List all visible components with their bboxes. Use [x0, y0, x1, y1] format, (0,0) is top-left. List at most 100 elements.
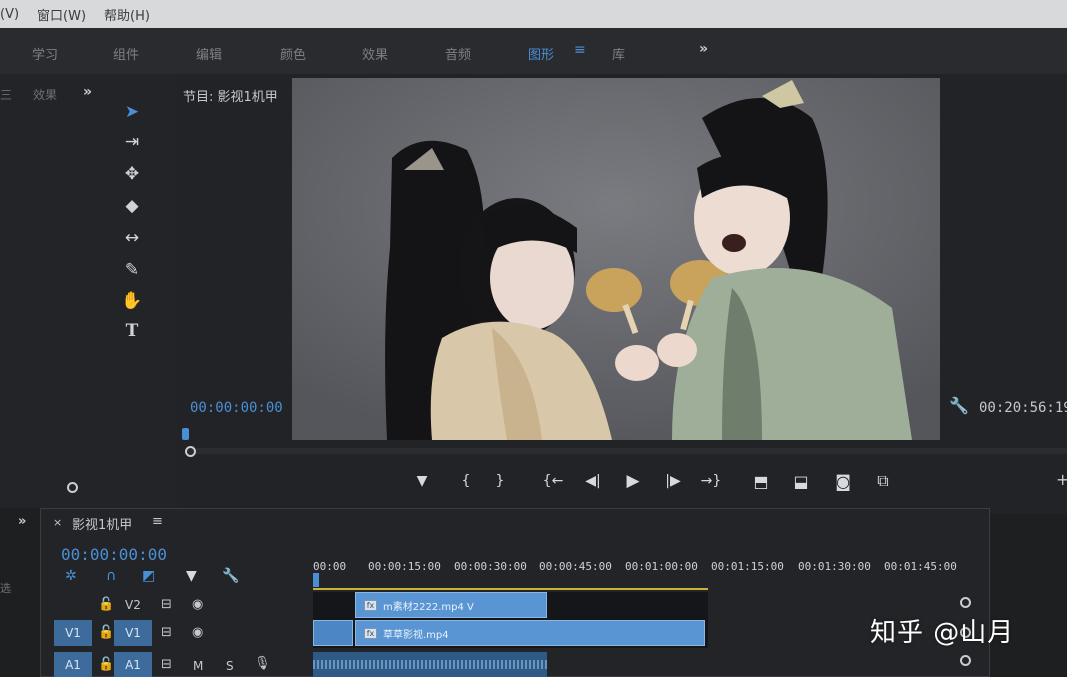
slip-tool-icon[interactable]: ↔ — [118, 226, 146, 250]
step-forward-icon[interactable]: |▶ — [660, 468, 686, 494]
play-icon[interactable]: ▶ — [622, 468, 644, 494]
timeline-timecode[interactable]: 00:00:00:00 — [61, 545, 167, 564]
nest-toggle-icon[interactable]: ✲ — [65, 568, 77, 584]
timeline-settings-icon[interactable]: 🔧 — [222, 568, 239, 584]
source-patch-a1[interactable]: A1 — [54, 652, 92, 677]
ruler-label: 00:01:15:00 — [711, 560, 784, 573]
workspace-bar: 学习 组件 编辑 颜色 效果 音频 图形 ≡ 库 » — [0, 28, 1067, 74]
menu-item-help[interactable]: 帮助(H) — [104, 5, 150, 24]
ruler-label: 00:01:30:00 — [798, 560, 871, 573]
selection-tool-icon[interactable]: ➤ — [118, 100, 146, 124]
timeline-close-icon[interactable]: × — [53, 516, 62, 529]
track-target-a1[interactable]: A1 — [114, 652, 152, 677]
audio-waveform — [313, 660, 547, 669]
mark-in-icon[interactable]: { — [456, 468, 476, 494]
tab-color[interactable]: 颜色 — [280, 44, 306, 63]
ripple-edit-tool-icon[interactable]: ✥ — [118, 162, 146, 186]
timeline-sequence-title[interactable]: 影视1机甲 — [72, 514, 132, 533]
tab-effects[interactable]: 效果 — [362, 44, 388, 63]
timeline-side-label: 选 — [0, 582, 11, 595]
menu-item-view[interactable]: (V) — [0, 7, 19, 22]
panel-tab-effects[interactable]: 效果 — [33, 86, 57, 103]
add-button-icon[interactable]: + — [1056, 470, 1067, 489]
lift-icon[interactable]: ⬒ — [748, 468, 774, 494]
add-marker-icon[interactable]: ▼ — [412, 468, 432, 494]
track-height-handle[interactable] — [960, 655, 971, 666]
ruler-label: 00:01:00:00 — [625, 560, 698, 573]
clip-a1[interactable] — [313, 652, 547, 677]
video-frame-image — [292, 78, 940, 440]
tab-editing[interactable]: 编辑 — [196, 44, 222, 63]
program-monitor-title: 节目: 影视1机甲 — [183, 90, 278, 105]
clip-v1[interactable]: fx 草草影视.mp4 — [355, 620, 705, 646]
work-area-bar[interactable] — [313, 588, 708, 590]
program-scrub-bar[interactable] — [188, 448, 1067, 454]
left-panel — [0, 74, 178, 514]
panel-more-icon[interactable]: » — [83, 84, 92, 100]
mute-button[interactable]: M — [193, 659, 203, 673]
clip-name: 草草影视.mp4 — [383, 629, 449, 641]
settings-wrench-icon[interactable]: 🔧 — [949, 396, 969, 415]
track-height-handle[interactable] — [960, 597, 971, 608]
timeline-marker-icon[interactable]: ▼ — [186, 568, 197, 584]
panel-edge-mark: 三 — [0, 88, 13, 102]
type-tool-icon[interactable]: T — [118, 319, 146, 343]
fx-badge-icon: fx — [364, 599, 377, 611]
ruler-label: 00:00 — [313, 560, 347, 573]
fx-badge-icon: fx — [364, 627, 377, 639]
program-current-timecode[interactable]: 00:00:00:00 — [190, 400, 283, 416]
workspace-menu-icon[interactable]: ≡ — [574, 42, 586, 58]
timeline-menu-icon[interactable]: ≡ — [152, 514, 163, 529]
program-playhead[interactable] — [182, 428, 189, 440]
track-lock-icon[interactable]: 🔓 — [98, 657, 114, 672]
menu-item-window[interactable]: 窗口(W) — [37, 5, 86, 24]
ruler-label: 00:00:15:00 — [368, 560, 441, 573]
program-duration-timecode: 00:20:56:19 — [979, 400, 1067, 416]
tab-libraries[interactable]: 库 — [612, 44, 625, 63]
track-target-v1[interactable]: V1 — [114, 620, 152, 646]
mark-out-icon[interactable]: } — [490, 468, 510, 494]
export-frame-icon[interactable]: ◙ — [830, 468, 856, 494]
tab-learn[interactable]: 学习 — [32, 44, 58, 63]
sync-lock-icon[interactable]: ⊟ — [161, 657, 172, 672]
sync-lock-icon[interactable]: ⊟ — [161, 597, 172, 612]
clip-name: m素材2222.mp4 V — [383, 601, 474, 613]
tab-graphics[interactable]: 图形 — [528, 44, 554, 63]
source-patch-v1[interactable]: V1 — [54, 620, 92, 646]
toggle-output-eye-icon[interactable]: ◉ — [192, 625, 203, 640]
razor-tool-icon[interactable]: ◆ — [118, 194, 146, 218]
voiceover-mic-icon[interactable]: 🎙 — [254, 656, 271, 671]
sync-lock-icon[interactable]: ⊟ — [161, 625, 172, 640]
step-back-icon[interactable]: ◀| — [580, 468, 606, 494]
go-to-out-icon[interactable]: →} — [698, 468, 724, 494]
left-panel-zoom-handle[interactable] — [67, 482, 78, 493]
tab-assembly[interactable]: 组件 — [113, 44, 139, 63]
ruler-label: 00:01:45:00 — [884, 560, 957, 573]
zoom-handle[interactable] — [185, 446, 196, 457]
toggle-output-eye-icon[interactable]: ◉ — [192, 597, 203, 612]
track-lock-icon[interactable]: 🔓 — [98, 597, 114, 612]
watermark-text: 知乎 @山月 — [870, 618, 1015, 648]
go-to-in-icon[interactable]: {← — [540, 468, 566, 494]
timeline-playhead[interactable] — [313, 573, 319, 587]
tab-audio[interactable]: 音频 — [445, 44, 471, 63]
ruler-label: 00:00:30:00 — [454, 560, 527, 573]
snap-icon[interactable]: ∩ — [106, 568, 116, 584]
clip-v2[interactable]: fx m素材2222.mp4 V — [355, 592, 547, 618]
timeline-ruler[interactable]: 00:00 00:00:15:00 00:00:30:00 00:00:45:0… — [313, 556, 988, 580]
ruler-label: 00:00:45:00 — [539, 560, 612, 573]
compare-view-icon[interactable]: ⧉ — [870, 468, 896, 494]
track-label-v2[interactable]: V2 — [125, 598, 141, 612]
track-select-tool-icon[interactable]: ⇥ — [118, 130, 146, 154]
timeline-expand-icon[interactable]: » — [18, 514, 26, 529]
video-preview — [292, 78, 940, 440]
track-lock-icon[interactable]: 🔓 — [98, 625, 114, 640]
hand-tool-icon[interactable]: ✋ — [118, 289, 146, 313]
solo-button[interactable]: S — [226, 659, 234, 673]
linked-selection-icon[interactable]: ◩ — [142, 568, 155, 584]
clip-v1-head[interactable] — [313, 620, 353, 646]
extract-icon[interactable]: ⬓ — [788, 468, 814, 494]
pen-tool-icon[interactable]: ✎ — [118, 258, 146, 282]
menu-bar: (V) 窗口(W) 帮助(H) — [0, 0, 1067, 28]
workspace-more-icon[interactable]: » — [699, 41, 708, 57]
